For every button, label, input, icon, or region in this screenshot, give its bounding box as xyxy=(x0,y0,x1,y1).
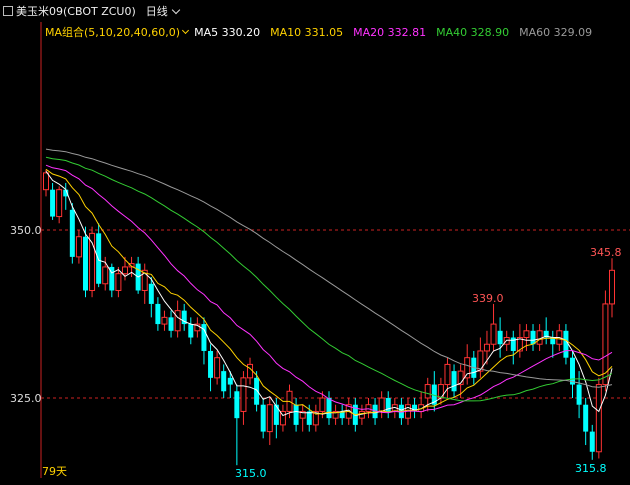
candle-body xyxy=(69,209,75,257)
candle-body xyxy=(75,236,82,258)
candle-body xyxy=(96,233,102,284)
low-label-315: 315.0 xyxy=(235,467,267,480)
high-label-339: 339.0 xyxy=(472,292,504,305)
candle-body xyxy=(464,357,471,379)
candle-body xyxy=(589,431,595,452)
candle-body xyxy=(121,266,128,275)
candle-body xyxy=(240,377,247,412)
candle-body xyxy=(260,404,266,432)
candle-body xyxy=(266,404,273,433)
candle-body xyxy=(82,236,88,291)
candle-body xyxy=(424,384,431,399)
y-tick-325: 325.0 xyxy=(10,392,42,405)
candle-body xyxy=(43,172,49,191)
candle-body xyxy=(583,404,589,432)
candle-body xyxy=(148,283,154,304)
candle-body xyxy=(273,404,279,425)
candle-body xyxy=(609,269,615,305)
candle-body xyxy=(326,398,332,419)
candle-body xyxy=(50,189,56,217)
candle-body xyxy=(365,404,372,412)
ma20-line xyxy=(45,164,613,414)
candle-body xyxy=(319,397,326,412)
candle-body xyxy=(293,404,299,425)
candle-body xyxy=(234,391,240,419)
ma60-line xyxy=(45,148,613,388)
candle-body xyxy=(208,350,214,378)
candle-body xyxy=(174,310,181,332)
candle-body xyxy=(56,189,63,218)
candle-body xyxy=(115,273,122,291)
candle-body xyxy=(536,330,543,345)
candle-body xyxy=(497,330,503,345)
ma10-line xyxy=(45,168,613,416)
candle-body xyxy=(221,371,227,392)
candle-body xyxy=(247,363,254,379)
candle-body xyxy=(168,317,174,331)
candle-body xyxy=(155,303,161,325)
candle-body xyxy=(483,343,490,352)
y-tick-350: 350.0 xyxy=(10,224,42,237)
candle-body xyxy=(570,357,576,385)
candle-body xyxy=(523,330,530,339)
candle-body xyxy=(161,316,168,325)
candle-body xyxy=(378,397,385,412)
low-label-315-8: 315.8 xyxy=(575,462,607,475)
candle-body xyxy=(490,323,497,345)
candle-body xyxy=(214,357,221,379)
ma40-line xyxy=(45,156,613,402)
candle-body xyxy=(530,330,536,345)
candle-body xyxy=(306,411,312,425)
candle-body xyxy=(451,371,457,392)
candle-body xyxy=(563,330,569,358)
candlestick-plot[interactable]: 350.0 325.0 339.0 345.8 315.0 315.8 79天 xyxy=(0,0,630,485)
ma5-line xyxy=(45,171,613,417)
days-count-label: 79天 xyxy=(42,465,67,478)
candles-group xyxy=(43,169,615,466)
candle-body xyxy=(595,384,602,453)
ma-lines-group xyxy=(45,148,613,417)
candle-body xyxy=(102,266,109,285)
candle-body xyxy=(444,363,451,386)
candle-body xyxy=(188,324,194,338)
candle-body xyxy=(254,377,260,405)
candle-body xyxy=(576,384,582,405)
candle-body xyxy=(227,377,233,385)
high-label-345: 345.8 xyxy=(590,246,622,259)
kline-chart-panel[interactable]: 美玉米09(CBOT ZCU0) 日线 MA组合(5,10,20,40,60,0… xyxy=(0,0,630,485)
